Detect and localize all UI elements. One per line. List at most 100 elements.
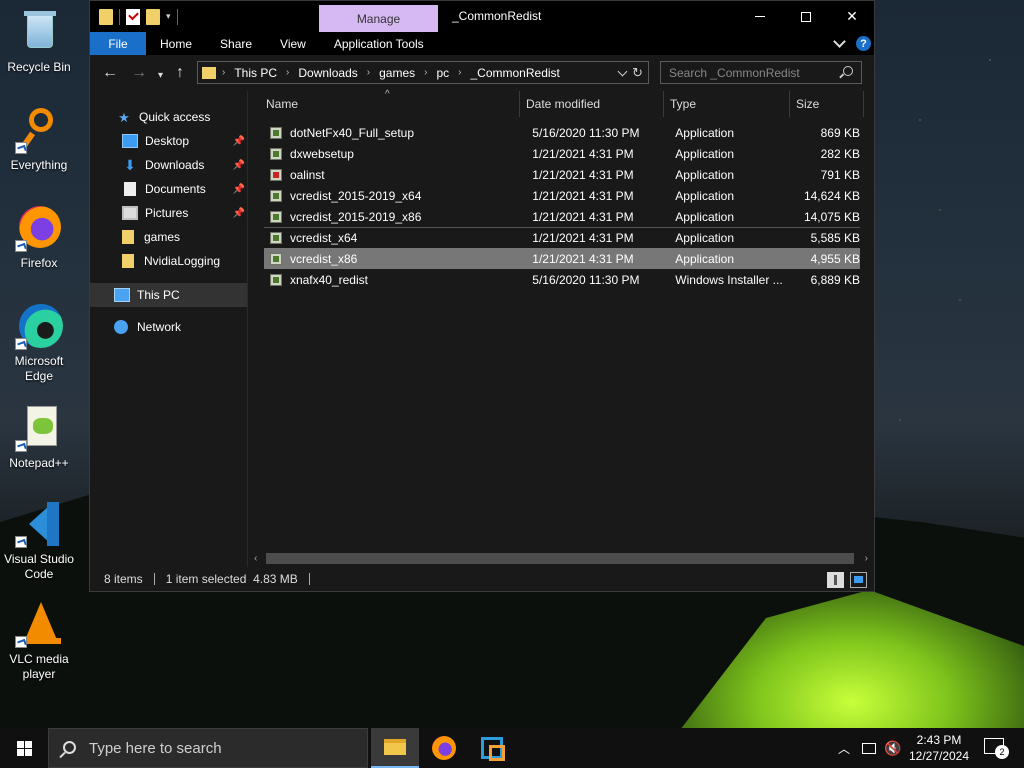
desktop-icon-everything[interactable]: Everything	[2, 106, 76, 173]
address-bar[interactable]: › This PC › Downloads › games › pc › _Co…	[197, 61, 649, 84]
tab-home[interactable]: Home	[146, 32, 206, 55]
taskbar-app-file-explorer[interactable]	[371, 728, 419, 768]
table-row[interactable]: vcredist_x64 1/21/2021 4:31 PM Application…	[264, 227, 860, 248]
file-type: Windows Installer ...	[675, 272, 783, 287]
search-box[interactable]: Search _CommonRedist	[660, 61, 862, 84]
nav-item-quick-access[interactable]: ★ Quick access	[90, 105, 247, 129]
address-dropdown-icon[interactable]	[617, 66, 628, 77]
start-button[interactable]	[0, 728, 48, 768]
nav-item-network[interactable]: Network	[90, 315, 247, 339]
properties-icon[interactable]	[126, 8, 140, 25]
notification-center-icon[interactable]: 2	[984, 738, 1009, 759]
table-row[interactable]: dotNetFx40_Full_setup 5/16/2020 11:30 PM A…	[264, 122, 860, 143]
nav-item-downloads[interactable]: ⬇ Downloads 📌	[90, 153, 247, 177]
desktop-icon-firefox[interactable]: Firefox	[2, 204, 76, 271]
everything-icon	[15, 106, 63, 154]
tab-file[interactable]: File	[90, 32, 146, 55]
desktop-icon-vlc[interactable]: VLC media player	[2, 600, 76, 682]
table-row[interactable]: vcredist_2015-2019_x64 1/21/2021 4:31 PM A…	[264, 185, 860, 206]
network-status-icon[interactable]	[862, 728, 878, 768]
tab-view[interactable]: View	[266, 32, 320, 55]
table-row[interactable]: dxwebsetup 1/21/2021 4:31 PM Application 28…	[264, 143, 860, 164]
recent-locations-icon[interactable]: ▾	[158, 68, 163, 84]
refresh-icon[interactable]: ↻	[632, 65, 643, 81]
nav-item-this-pc[interactable]: This PC	[90, 283, 247, 307]
nav-item-desktop[interactable]: Desktop 📌	[90, 129, 247, 153]
desktop-icon	[122, 134, 138, 148]
breadcrumb-common-redist[interactable]: _CommonRedist	[471, 66, 560, 80]
application-file-icon	[270, 252, 282, 265]
tab-application-tools[interactable]: Application Tools	[320, 32, 438, 55]
nav-item-games[interactable]: games	[90, 225, 247, 249]
chevron-right-icon[interactable]: ›	[367, 67, 370, 78]
vscode-icon	[15, 500, 63, 548]
breadcrumb-games[interactable]: games	[379, 66, 415, 80]
horizontal-scrollbar[interactable]: ‹ ›	[248, 550, 874, 567]
chevron-right-icon[interactable]: ›	[458, 67, 461, 78]
chevron-right-icon[interactable]: ›	[424, 67, 427, 78]
search-icon	[843, 66, 853, 76]
table-row[interactable]: vcredist_x86 1/21/2021 4:31 PM Application…	[264, 248, 860, 269]
maximize-button[interactable]	[783, 1, 829, 32]
table-row[interactable]: xnafx40_redist 5/16/2020 11:30 PM Windows …	[264, 269, 860, 290]
application-file-icon	[270, 210, 282, 223]
close-button[interactable]: ✕	[829, 1, 875, 32]
column-header-name[interactable]: ^ Name	[248, 89, 520, 117]
taskbar-app-firefox[interactable]	[420, 728, 468, 768]
show-hidden-icons-icon[interactable]: ︿	[838, 728, 850, 768]
customize-toolbar-dropdown-icon[interactable]: ▾	[166, 11, 171, 22]
volume-muted-icon[interactable]: 🔇	[884, 728, 901, 768]
scroll-right-icon[interactable]: ›	[865, 553, 868, 564]
up-arrow-icon[interactable]: ↑	[176, 65, 184, 81]
new-folder-icon[interactable]	[146, 8, 160, 25]
scrollbar-thumb[interactable]	[266, 553, 854, 564]
recycle-bin-icon	[15, 8, 63, 56]
star-icon: ★	[118, 110, 130, 125]
column-headers: ^ Name Date modified Type Size	[248, 89, 874, 117]
taskbar-search-input[interactable]: Type here to search	[89, 740, 222, 757]
help-icon[interactable]: ?	[856, 36, 871, 51]
tab-share[interactable]: Share	[206, 32, 266, 55]
desktop-icon-notepad-plus-plus[interactable]: Notepad++	[2, 404, 76, 471]
pin-icon[interactable]: 📌	[233, 136, 245, 147]
pin-icon[interactable]: 📌	[233, 208, 245, 219]
title-bar[interactable]: ▾ Manage _CommonRedist ✕	[90, 1, 874, 32]
back-arrow-icon[interactable]: ←	[102, 65, 118, 81]
folder-icon	[122, 254, 134, 268]
nav-item-documents[interactable]: Documents 📌	[90, 177, 247, 201]
taskbar-search-box[interactable]: Type here to search	[48, 728, 368, 768]
pin-icon[interactable]: 📌	[233, 160, 245, 171]
expand-ribbon-icon[interactable]	[833, 35, 846, 48]
breadcrumb-pc[interactable]: pc	[436, 66, 449, 80]
nav-item-pictures[interactable]: Pictures 📌	[90, 201, 247, 225]
table-row[interactable]: vcredist_2015-2019_x86 1/21/2021 4:31 PM A…	[264, 206, 860, 227]
forward-arrow-icon[interactable]: →	[131, 65, 147, 81]
large-icons-view-button[interactable]	[850, 572, 867, 588]
scroll-left-icon[interactable]: ‹	[254, 553, 257, 564]
search-input[interactable]: Search _CommonRedist	[669, 66, 800, 80]
quick-access-toolbar: ▾	[90, 8, 178, 25]
desktop-icon-vscode[interactable]: Visual Studio Code	[2, 500, 76, 582]
ribbon-tabs: File Home Share View Application Tools ?	[90, 32, 874, 55]
pin-icon[interactable]: 📌	[233, 184, 245, 195]
breadcrumb-downloads[interactable]: Downloads	[298, 66, 357, 80]
column-header-type[interactable]: Type	[664, 91, 790, 117]
nav-item-label: Documents	[145, 182, 206, 196]
column-header-label: Name	[266, 97, 299, 111]
breadcrumb-this-pc[interactable]: This PC	[234, 66, 277, 80]
nav-item-nvidialogging[interactable]: NvidiaLogging	[90, 249, 247, 273]
taskbar-app-virtualbox[interactable]	[468, 728, 516, 768]
column-header-size[interactable]: Size	[790, 91, 864, 117]
minimize-button[interactable]	[737, 1, 783, 32]
desktop-icon-edge[interactable]: Microsoft Edge	[2, 302, 76, 384]
table-row[interactable]: oalinst 1/21/2021 4:31 PM Application 791 K…	[264, 164, 860, 185]
chevron-right-icon[interactable]: ›	[286, 67, 289, 78]
manage-tab[interactable]: Manage	[319, 5, 438, 32]
desktop-icon-recycle-bin[interactable]: Recycle Bin	[2, 8, 76, 75]
column-header-date-modified[interactable]: Date modified	[520, 91, 664, 117]
details-view-button[interactable]	[827, 572, 844, 588]
folder-icon[interactable]	[99, 8, 113, 25]
nav-item-label: Network	[137, 320, 182, 334]
chevron-right-icon[interactable]: ›	[222, 67, 225, 78]
clock[interactable]: 2:43 PM 12/27/2024	[904, 732, 974, 764]
